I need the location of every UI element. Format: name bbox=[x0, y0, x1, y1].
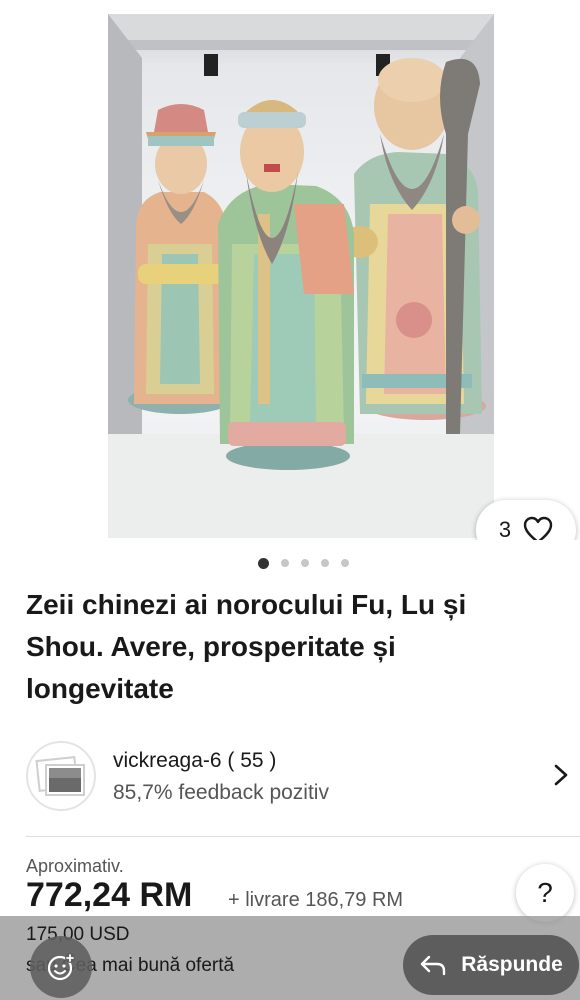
chevron-right-icon[interactable] bbox=[553, 763, 569, 787]
pagination-dot[interactable] bbox=[300, 559, 309, 567]
figurines-illustration bbox=[108, 14, 494, 538]
heart-icon bbox=[523, 516, 553, 540]
image-gallery[interactable]: 3 bbox=[0, 0, 580, 540]
listing-title: Zeii chinezi ai norocului Fu, Lu și Shou… bbox=[26, 589, 467, 704]
pagination-dot[interactable] bbox=[320, 559, 329, 567]
price-amount: 772,24 RM bbox=[26, 876, 193, 914]
gallery-pagination[interactable] bbox=[0, 556, 580, 570]
photo-placeholder-icon bbox=[35, 755, 85, 796]
pagination-dot[interactable] bbox=[280, 559, 289, 567]
seller-avatar[interactable] bbox=[26, 741, 96, 811]
reply-button[interactable]: Răspunde bbox=[403, 935, 579, 995]
seller-feedback: 85,7% feedback pozitiv bbox=[113, 781, 329, 804]
reply-arrow-icon bbox=[421, 955, 446, 976]
divider bbox=[26, 836, 580, 837]
emoji-button[interactable] bbox=[30, 936, 92, 998]
pagination-dot-active[interactable] bbox=[257, 557, 269, 569]
reply-label: Răspunde bbox=[461, 953, 563, 976]
product-photo[interactable] bbox=[108, 14, 494, 538]
shipping-cost: + livrare 186,79 RM bbox=[228, 889, 404, 911]
approx-label: Aproximativ. bbox=[26, 856, 124, 876]
seller-name[interactable]: vickreaga-6 ( 55 ) bbox=[113, 749, 276, 773]
help-button[interactable]: ? bbox=[516, 864, 574, 922]
pagination-dot[interactable] bbox=[340, 559, 349, 567]
like-button[interactable]: 3 bbox=[476, 500, 576, 540]
smiley-icon bbox=[47, 953, 75, 981]
seller-row[interactable]: vickreaga-6 ( 55 ) 85,7% feedback poziti… bbox=[0, 735, 580, 819]
like-count: 3 bbox=[498, 517, 512, 540]
